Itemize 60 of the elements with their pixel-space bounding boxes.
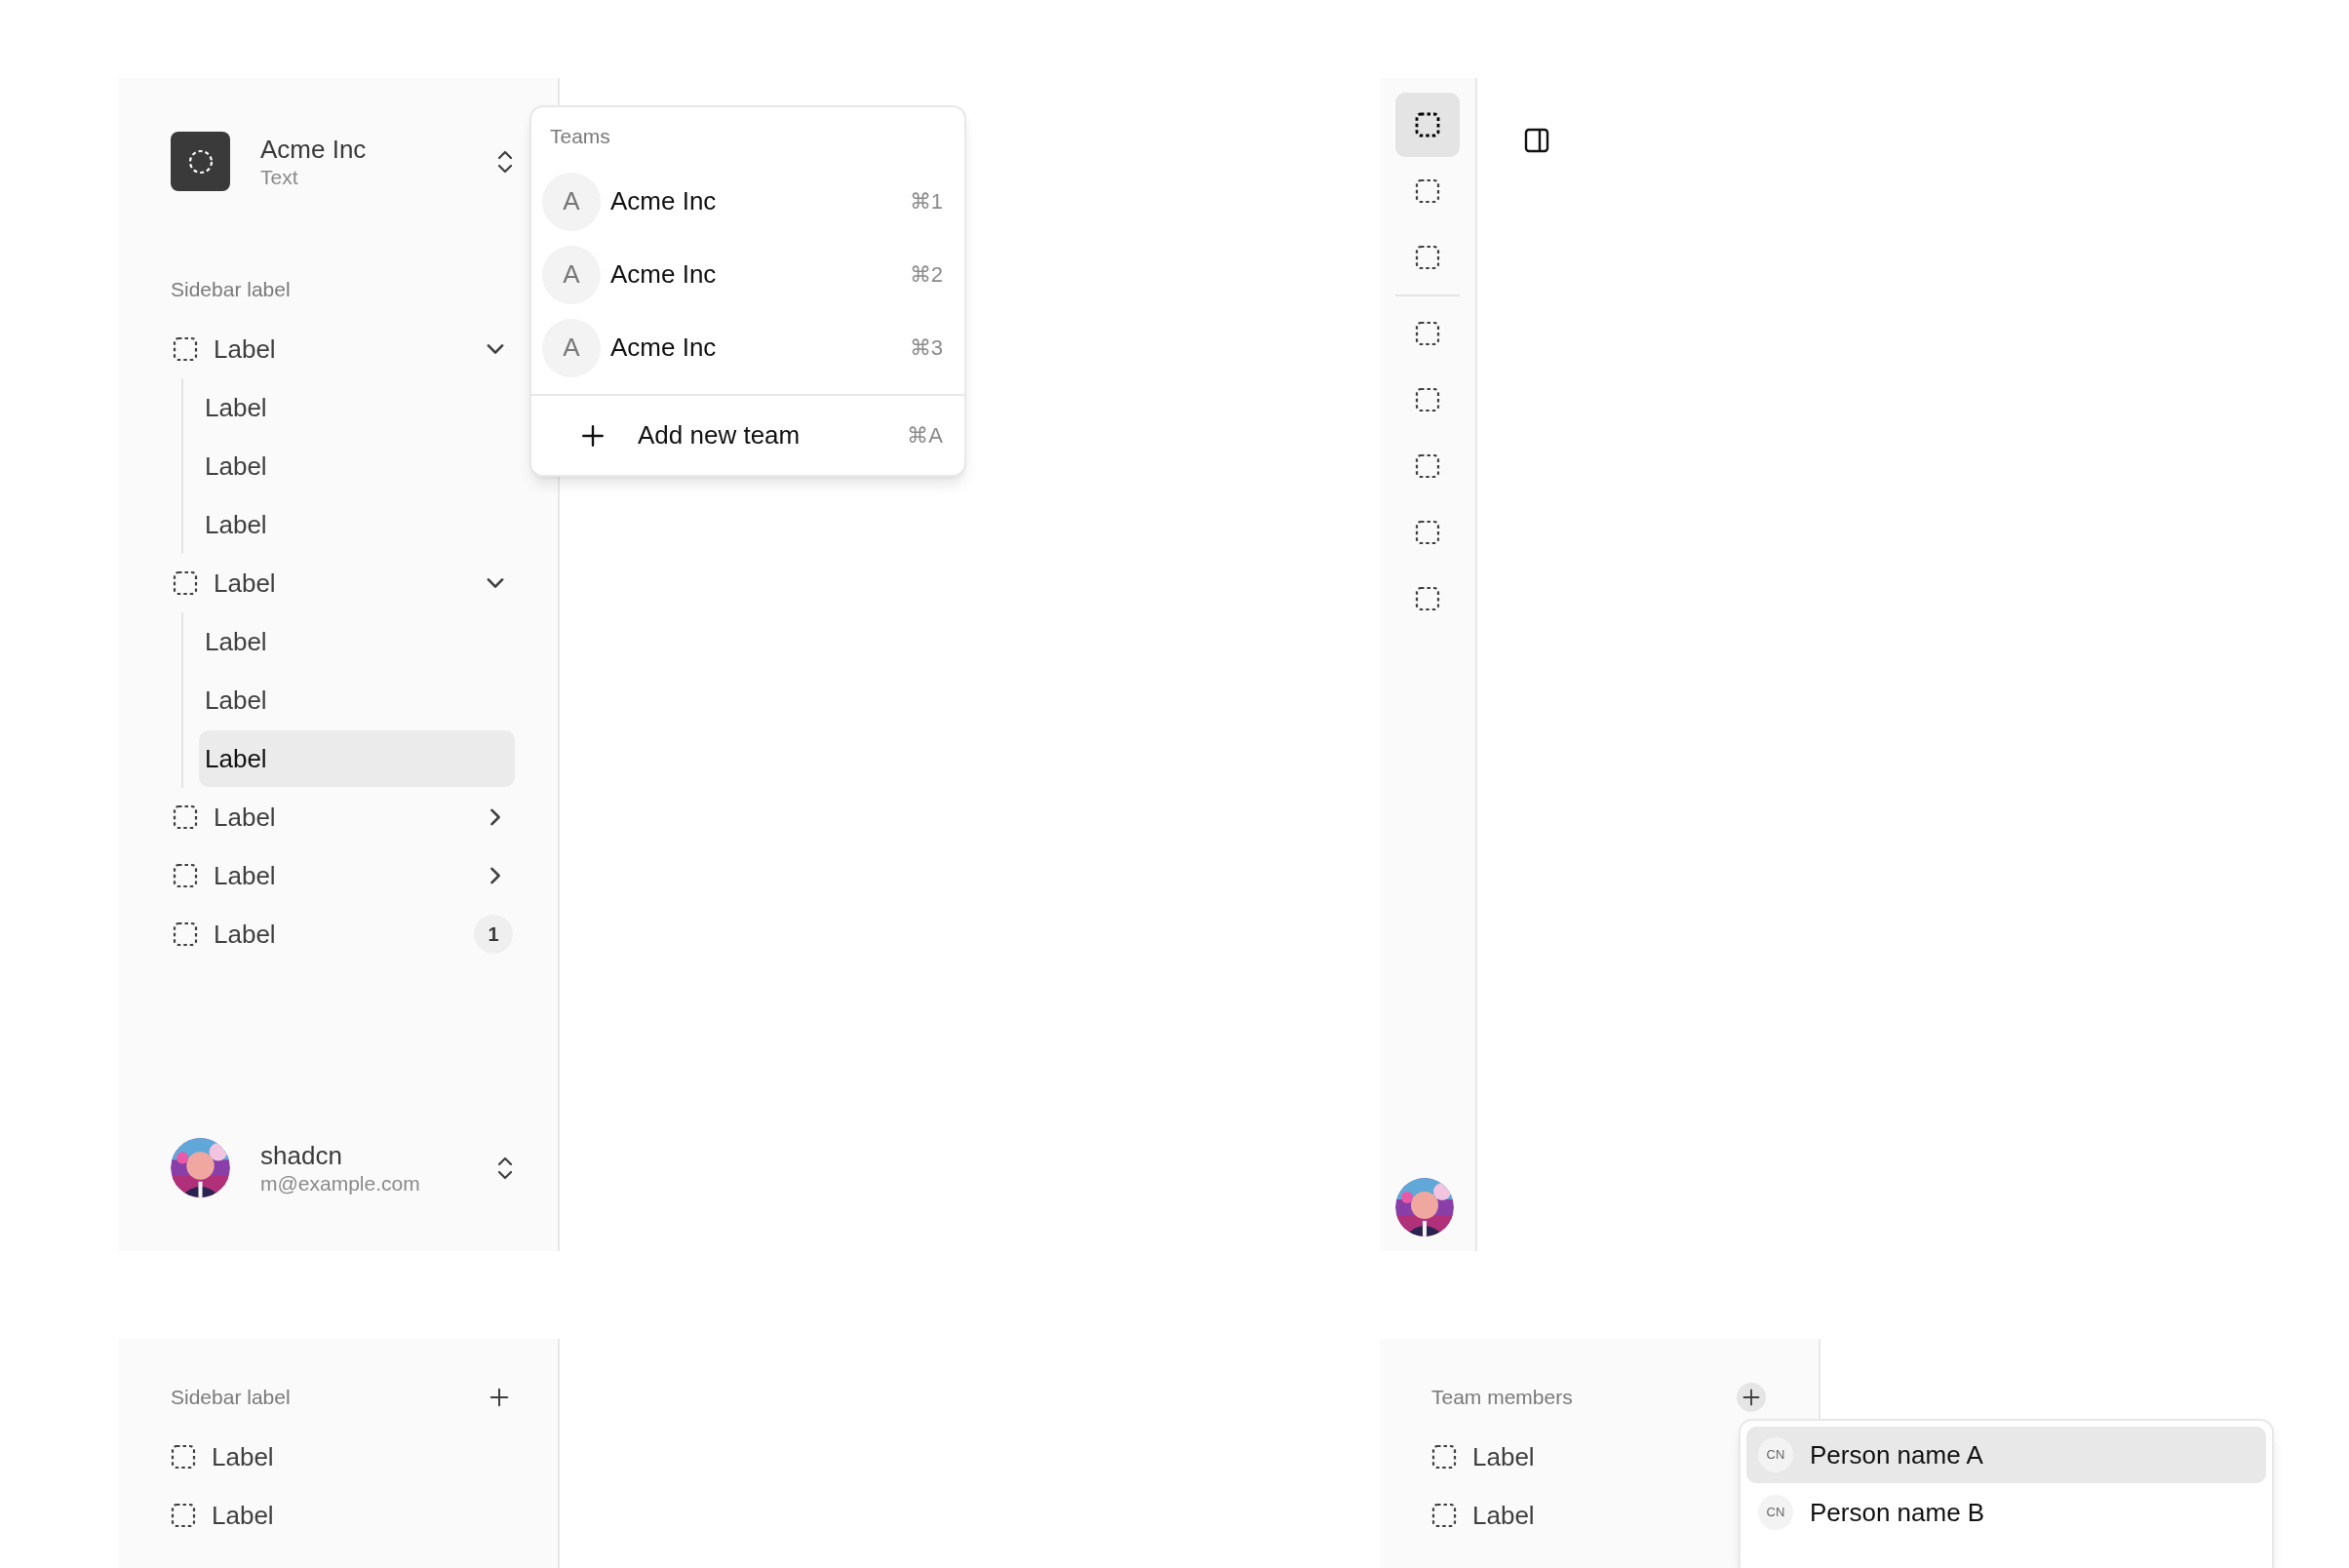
dashed-square-icon	[1415, 520, 1440, 545]
sidebar-item[interactable]: Label	[1431, 1486, 1626, 1545]
sidebar-item[interactable]: Label	[1431, 1428, 1626, 1486]
team-avatar: A	[542, 318, 601, 377]
team-menu-item[interactable]: A Acme Inc ⌘3	[542, 311, 954, 385]
dashed-square-icon	[1415, 178, 1440, 204]
shortcut: ⌘1	[909, 188, 943, 216]
team-avatar: A	[542, 172, 601, 231]
dashed-square-icon	[1415, 387, 1440, 412]
sidebar-subitem[interactable]: Label	[199, 438, 515, 494]
sidebar-subitem[interactable]: Label	[199, 730, 515, 787]
team-menu-item[interactable]: A Acme Inc ⌘1	[542, 165, 954, 239]
plus-icon	[1742, 1388, 1761, 1407]
dashed-square-icon	[1431, 1444, 1457, 1470]
dashed-square-icon	[1431, 1503, 1457, 1528]
user-email: m@example.com	[260, 1170, 421, 1196]
sidebar-subitem[interactable]: Label	[199, 379, 515, 436]
sidebar-subitem[interactable]: Label	[199, 496, 515, 553]
person-avatar: CN	[1758, 1437, 1793, 1472]
dashed-square-icon	[1415, 453, 1440, 479]
user-menu[interactable]: shadcn m@example.com	[171, 1138, 515, 1197]
shortcut: ⌘2	[909, 261, 943, 290]
plus-icon	[489, 1387, 510, 1408]
team-avatar: A	[542, 245, 601, 304]
section-label: Sidebar label	[171, 1385, 292, 1411]
dashed-square-icon	[173, 336, 198, 362]
dashed-square-icon	[171, 1444, 196, 1470]
add-button[interactable]	[1737, 1383, 1766, 1412]
team-logo-icon	[171, 132, 230, 191]
sidebar-subitem[interactable]: Label	[199, 672, 515, 728]
team-plan: Text	[260, 164, 299, 190]
rail-button[interactable]	[1395, 93, 1460, 157]
dashed-square-icon	[173, 863, 198, 888]
dashed-square-icon	[1415, 245, 1440, 270]
sidebar-item[interactable]: Label	[171, 1486, 515, 1545]
shortcut: ⌘A	[907, 422, 943, 451]
sidebar-subitem[interactable]: Label	[199, 613, 515, 670]
dashed-square-icon	[1415, 321, 1440, 346]
person-menu-item[interactable]: CN Person name B	[1746, 1484, 2266, 1541]
dashed-square-icon	[173, 570, 198, 596]
section-label: Sidebar label	[171, 277, 292, 303]
team-menu-item[interactable]: A Acme Inc ⌘2	[542, 238, 954, 312]
shortcut: ⌘3	[909, 334, 943, 363]
person-menu-item[interactable]: CN Person name A	[1746, 1427, 2266, 1483]
dashed-square-icon	[1415, 112, 1440, 137]
person-avatar: CN	[1758, 1495, 1793, 1530]
plus-icon	[580, 422, 606, 449]
section-label: Team members	[1431, 1385, 1574, 1411]
dashed-square-icon	[173, 804, 198, 830]
team-name: Acme Inc	[260, 133, 368, 165]
dashed-square-icon	[173, 921, 198, 947]
sidebar-toggle-icon[interactable]	[1523, 127, 1550, 154]
team-switcher[interactable]: Acme Inc Text	[171, 132, 515, 191]
dashed-square-icon	[1415, 586, 1440, 611]
add-team-item[interactable]: Add new team ⌘A	[542, 396, 954, 475]
menu-heading: Teams	[549, 124, 611, 150]
dashed-square-icon	[171, 1503, 196, 1528]
sidebar-item[interactable]: Label	[171, 1428, 515, 1486]
user-name: shadcn	[260, 1139, 343, 1171]
count-badge: 1	[474, 915, 513, 954]
